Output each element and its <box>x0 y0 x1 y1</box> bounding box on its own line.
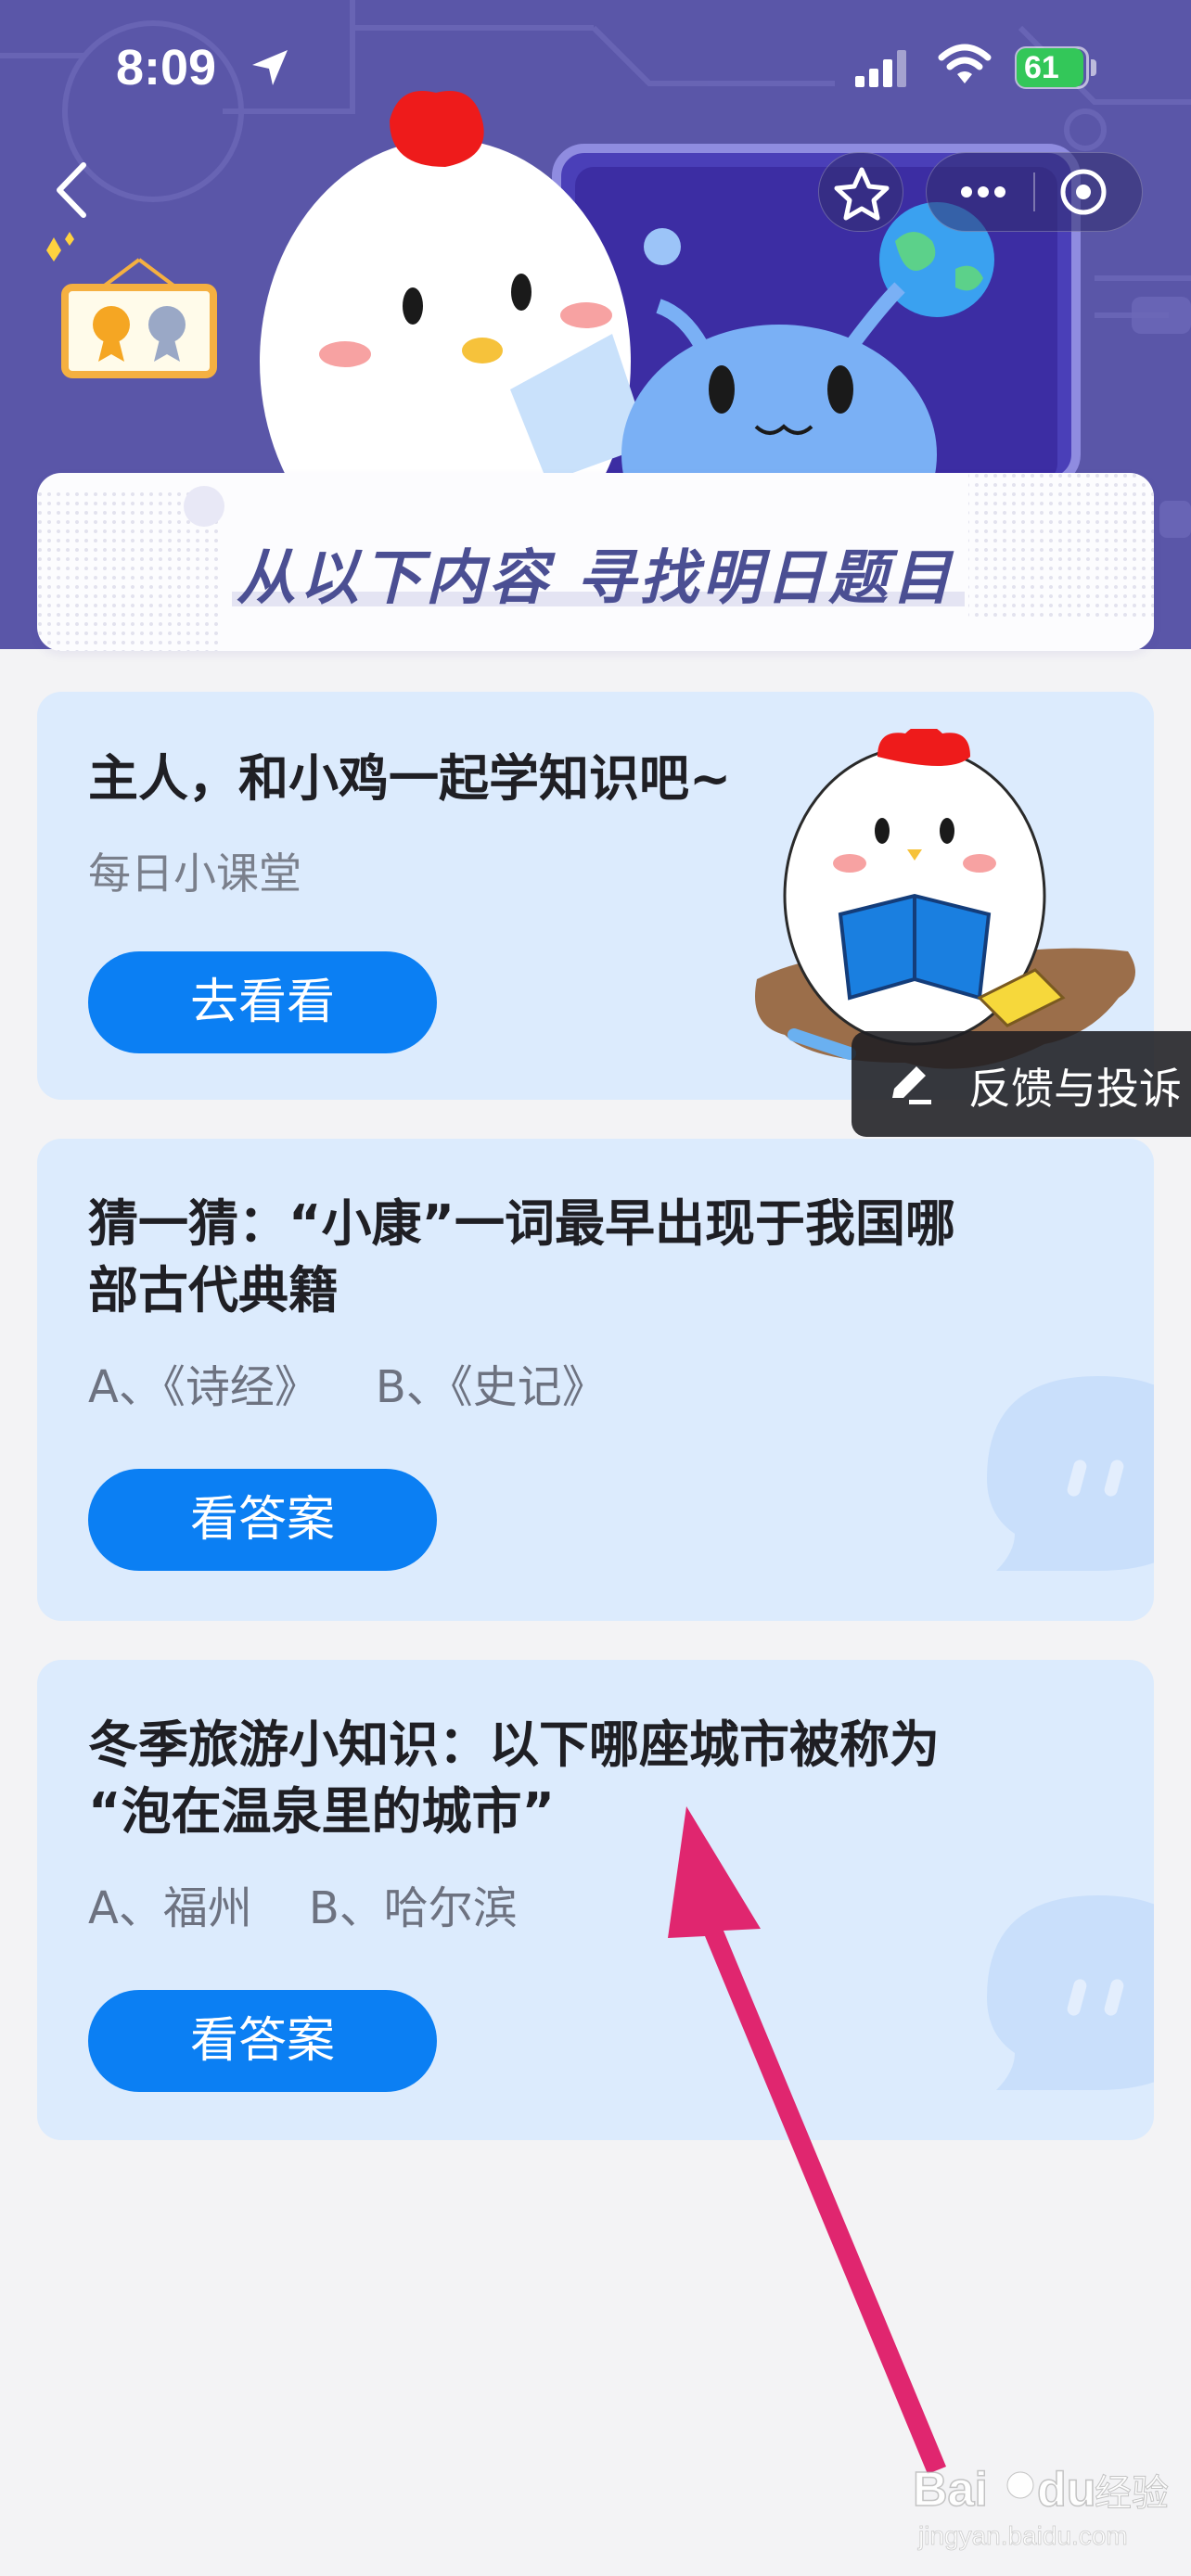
see-answer-button[interactable]: 看答案 <box>88 1990 437 2092</box>
question-title-line1: 猜一猜：“小康”一词最早出现于我国哪 <box>88 1194 955 1253</box>
question-title-line2: 部古代典籍 <box>88 1261 339 1320</box>
close-circle-icon[interactable] <box>1048 159 1122 224</box>
watermark-brand: Bai <box>913 2463 988 2517</box>
battery-level: 61 <box>1017 48 1083 87</box>
card-subtitle: 每日小课堂 <box>88 848 301 899</box>
signal-icon <box>855 50 906 87</box>
medal-board-icon <box>46 232 217 378</box>
battery-tip <box>1091 59 1096 76</box>
question-title-line2: “泡在温泉里的城市” <box>88 1782 555 1841</box>
feedback-label: 反馈与投诉 <box>968 1064 1182 1114</box>
question-card: 猜一猜：“小康”一词最早出现于我国哪 部古代典籍 A、《诗经》 B、《史记》 看… <box>37 1139 1154 1621</box>
back-chevron-icon[interactable] <box>46 158 102 223</box>
banner-title-box: 从以下内容 寻找明日题目 <box>37 473 1154 651</box>
card-title: 主人，和小鸡一起学知识吧~ <box>88 749 732 808</box>
wifi-icon <box>938 44 992 83</box>
star-icon <box>834 167 890 221</box>
favorite-button[interactable] <box>818 152 903 232</box>
watermark-cn: 经验 <box>1095 2472 1169 2515</box>
feedback-button[interactable]: 反馈与投诉 <box>852 1031 1191 1137</box>
go-see-button[interactable]: 去看看 <box>88 951 437 1053</box>
chat-bubble-icon <box>987 1376 1154 1571</box>
annotation-arrow-icon <box>668 1806 946 2474</box>
question-title-line1: 冬季旅游小知识：以下哪座城市被称为 <box>88 1715 940 1774</box>
capsule-divider <box>1033 172 1035 211</box>
banner-title: 从以下内容 寻找明日题目 <box>236 544 955 613</box>
baidu-jingyan-watermark: Bai du 经验 jingyan.baidu.com <box>912 2462 1169 2550</box>
location-arrow-icon <box>252 50 288 85</box>
see-answer-button[interactable]: 看答案 <box>88 1469 437 1571</box>
watermark-brand2: du <box>1037 2463 1096 2517</box>
watermark-url: jingyan.baidu.com <box>917 2521 1128 2550</box>
more-dots-icon[interactable] <box>946 167 1020 217</box>
status-time: 8:09 <box>116 40 217 96</box>
question-options: A、《诗经》 B、《史记》 <box>88 1361 607 1413</box>
edit-pencil-icon <box>892 1066 931 1104</box>
question-options: A、福州 B、哈尔滨 <box>88 1882 518 1934</box>
status-bar: 8:09 61 <box>0 0 1191 139</box>
